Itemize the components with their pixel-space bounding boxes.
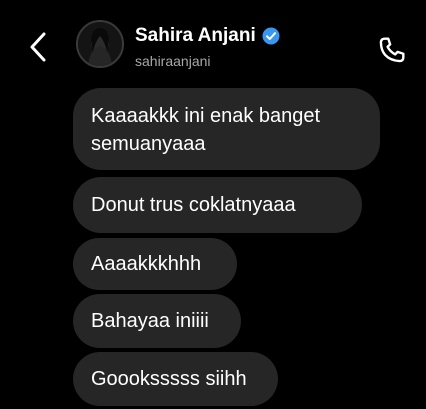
message-bubble[interactable]: Kaaaakkk ini enak banget semuanyaaa: [73, 88, 380, 170]
message-list: Kaaaakkk ini enak banget semuanyaaa Donu…: [0, 0, 426, 409]
message-text: Kaaaakkk ini enak banget semuanyaaa: [91, 102, 320, 158]
message-line: semuanyaaa: [91, 133, 206, 155]
message-text: Bahayaa iniiii: [91, 310, 209, 332]
message-bubble[interactable]: Goooksssss siihh: [73, 352, 278, 406]
message-bubble[interactable]: Bahayaa iniiii: [73, 294, 241, 348]
message-bubble[interactable]: Aaaakkkhhh: [73, 238, 237, 290]
message-text: Donut trus coklatnyaaa: [91, 194, 296, 216]
message-bubble[interactable]: Donut trus coklatnyaaa: [73, 177, 362, 233]
message-line: Kaaaakkk ini enak banget: [91, 105, 321, 127]
message-text: Goooksssss siihh: [91, 368, 247, 390]
message-text: Aaaakkkhhh: [91, 253, 202, 275]
